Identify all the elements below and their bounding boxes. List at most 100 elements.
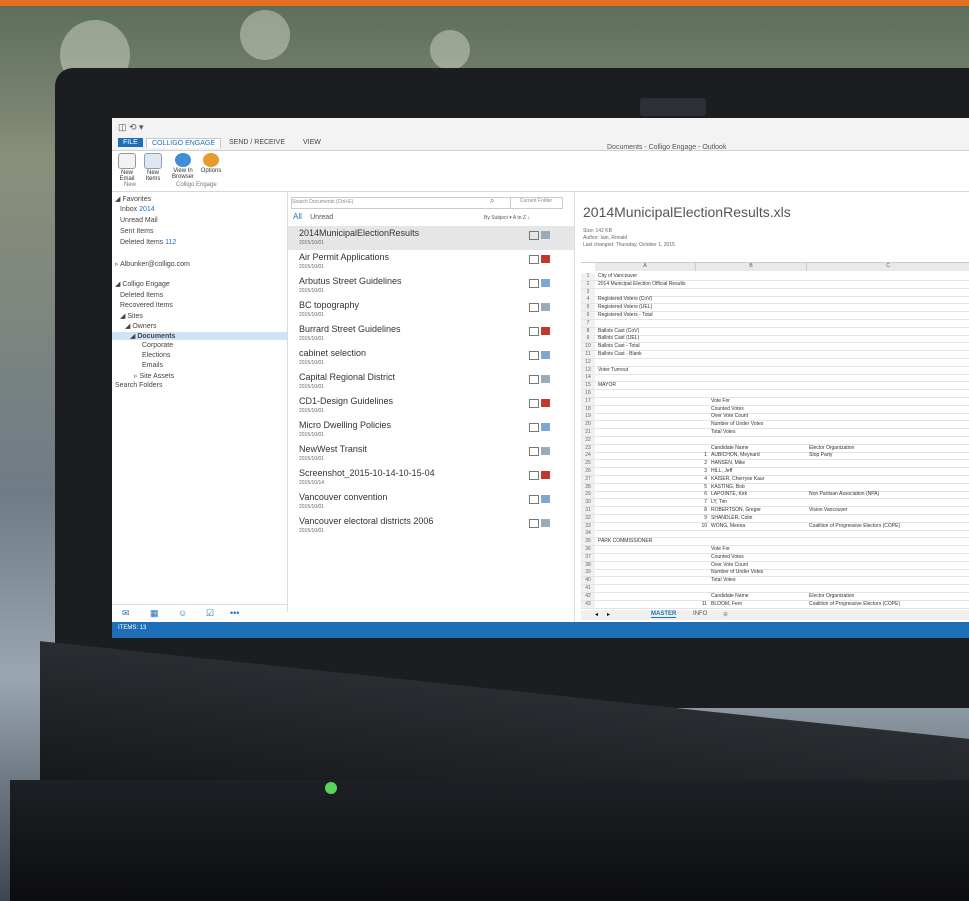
cell-a[interactable]: Ballots Cast (CoV) xyxy=(598,328,639,334)
checkbox-icon[interactable] xyxy=(529,375,539,384)
cell-c[interactable]: Stop Party xyxy=(809,452,832,458)
new-items-button[interactable]: New Items xyxy=(140,153,166,182)
cell-b[interactable]: ROBERTSON, Gregor xyxy=(711,507,761,513)
document-list-item[interactable]: Micro Dwelling Policies 2015/10/01 xyxy=(288,418,574,442)
cell-a[interactable]: Ballots Cast - Blank xyxy=(598,351,642,357)
cell-b[interactable]: WONG, Meena xyxy=(711,523,745,529)
checkbox-icon[interactable] xyxy=(529,519,539,528)
cell-index[interactable]: 3 xyxy=(697,468,707,474)
spreadsheet-row[interactable]: 43 11 BLOOM, Fern Coalition of Progressive … xyxy=(581,600,969,609)
document-list-item[interactable]: CD1-Design Guidelines 2015/10/01 xyxy=(288,394,574,418)
cell-b[interactable]: Candidate Name xyxy=(711,445,749,451)
sheet-tab-info[interactable]: INFO xyxy=(693,611,707,617)
cell-c[interactable]: Elector Organization xyxy=(809,593,854,599)
filter-all[interactable]: All xyxy=(293,212,302,221)
cell-b[interactable]: KASTING, Bob xyxy=(711,484,745,490)
document-list-item[interactable]: Vancouver convention 2015/10/01 xyxy=(288,490,574,514)
search-scope-dropdown[interactable]: Current Folder xyxy=(510,198,561,208)
cell-b[interactable]: Number of Under Votes xyxy=(711,421,763,427)
tab-file[interactable]: FILE xyxy=(118,138,143,147)
sheet-prev-icon[interactable]: ◂ xyxy=(595,611,598,618)
checkbox-icon[interactable] xyxy=(529,303,539,312)
cell-index[interactable]: 2 xyxy=(697,460,707,466)
cell-b[interactable]: KAISER, Cherryse Kaur xyxy=(711,476,764,482)
options-button[interactable]: Options xyxy=(198,153,224,174)
sort-by-dropdown[interactable]: By Subject xyxy=(484,215,508,221)
cell-b[interactable]: SHANDLER, Colin xyxy=(711,515,752,521)
cell-a[interactable]: City of Vancouver xyxy=(598,273,637,279)
cell-index[interactable]: 1 xyxy=(697,452,707,458)
checkbox-icon[interactable] xyxy=(529,351,539,360)
cell-b[interactable]: LAPOINTE, Kirk xyxy=(711,491,747,497)
favorites-header[interactable]: ◢ Favorites xyxy=(115,195,151,203)
filter-unread[interactable]: Unread xyxy=(310,214,333,221)
folder-emails[interactable]: Emails xyxy=(142,362,163,369)
spreadsheet-grid[interactable]: A B C 1 City of Vancouver 2 2014 Municipal … xyxy=(581,262,969,609)
people-icon[interactable]: ☺ xyxy=(178,608,187,618)
cell-b[interactable]: Vote For xyxy=(711,546,730,552)
tab-send-receive[interactable]: SEND / RECEIVE xyxy=(224,138,290,147)
folder-deleted-items[interactable]: Deleted Items 112 xyxy=(120,239,176,246)
document-list-item[interactable]: Arbutus Street Guidelines 2015/10/01 xyxy=(288,274,574,298)
folder-elections[interactable]: Elections xyxy=(142,352,170,359)
cell-b[interactable]: Candidate Name xyxy=(711,593,749,599)
checkbox-icon[interactable] xyxy=(529,279,539,288)
checkbox-icon[interactable] xyxy=(529,423,539,432)
search-box[interactable]: Search Documents (Ctrl+E) ⌕ Current Fold… xyxy=(291,196,563,209)
cell-b[interactable]: LY, Tim xyxy=(711,499,727,505)
cell-b[interactable]: BLOOM, Fern xyxy=(711,601,742,607)
cell-c[interactable]: Coalition of Progressive Electors (COPE) xyxy=(809,601,900,607)
colligo-engage-header[interactable]: ◢ Colligo Engage xyxy=(115,280,170,288)
cell-a[interactable]: Ballots Cast (UEL) xyxy=(598,335,639,341)
cell-index[interactable]: 11 xyxy=(697,601,707,607)
cell-index[interactable]: 9 xyxy=(697,515,707,521)
new-email-button[interactable]: New Email xyxy=(114,153,140,182)
checkbox-icon[interactable] xyxy=(529,471,539,480)
cell-b[interactable]: Number of Under Votes xyxy=(711,569,763,575)
cell-b[interactable]: Over Vote Count xyxy=(711,413,748,419)
cell-a[interactable]: Voter Turnout xyxy=(598,367,628,373)
folder-sent-items[interactable]: Sent Items xyxy=(120,228,153,235)
cell-a[interactable]: Registered Voters (CoV) xyxy=(598,296,652,302)
sites-node[interactable]: ◢ Sites xyxy=(120,312,143,320)
document-list-item[interactable]: Air Permit Applications 2015/10/01 xyxy=(288,250,574,274)
document-list-item[interactable]: Capital Regional District 2015/10/01 xyxy=(288,370,574,394)
view-in-browser-button[interactable]: View In Browser xyxy=(170,153,196,180)
cell-a[interactable]: PARK COMMISSIONER xyxy=(598,538,652,544)
checkbox-icon[interactable] xyxy=(529,495,539,504)
document-list-item[interactable]: Vancouver electoral districts 2006 2015/1… xyxy=(288,514,574,538)
cell-c[interactable]: Elector Organization xyxy=(809,445,854,451)
cell-b[interactable]: AUBICHON, Meynard xyxy=(711,452,760,458)
owners-node[interactable]: ◢ Owners xyxy=(125,322,156,330)
folder-recovered-items[interactable]: Recovered Items xyxy=(120,302,173,309)
cell-c[interactable]: Non Partisan Association (NPA) xyxy=(809,491,879,497)
folder-inbox[interactable]: Inbox 2014 xyxy=(120,206,155,213)
column-header-c[interactable]: C xyxy=(807,263,969,271)
checkbox-icon[interactable] xyxy=(529,447,539,456)
cell-b[interactable]: HANSEN, Mike xyxy=(711,460,745,466)
site-assets-node[interactable]: ▹ Site Assets xyxy=(134,372,174,380)
cell-a[interactable]: Registered Voters (UEL) xyxy=(598,304,652,310)
cell-index[interactable]: 4 xyxy=(697,476,707,482)
document-list-item[interactable]: Burrard Street Guidelines 2015/10/01 xyxy=(288,322,574,346)
search-input[interactable]: Search Documents (Ctrl+E) xyxy=(292,199,353,205)
add-sheet-icon[interactable]: ⊕ xyxy=(723,611,728,618)
checkbox-icon[interactable] xyxy=(529,399,539,408)
search-icon[interactable]: ⌕ xyxy=(490,196,494,206)
cell-index[interactable]: 7 xyxy=(697,499,707,505)
document-list-item[interactable]: NewWest Transit 2015/10/01 xyxy=(288,442,574,466)
document-list-item[interactable]: BC topography 2015/10/01 xyxy=(288,298,574,322)
cell-index[interactable]: 6 xyxy=(697,491,707,497)
cell-a[interactable]: 2014 Municipal Election Official Results xyxy=(598,281,685,287)
document-list-item[interactable]: cabinet selection 2015/10/01 xyxy=(288,346,574,370)
cell-b[interactable]: Vote For xyxy=(711,398,730,404)
calendar-icon[interactable]: ▦ xyxy=(150,608,159,619)
tab-colligo-engage[interactable]: COLLIGO ENGAGE xyxy=(146,138,222,148)
cell-b[interactable]: Counted Votes xyxy=(711,406,744,412)
cell-a[interactable]: Registered Voters - Total xyxy=(598,312,653,318)
tasks-icon[interactable]: ☑ xyxy=(206,608,214,619)
more-icon[interactable]: ••• xyxy=(230,608,239,618)
documents-node[interactable]: ◢ Documents xyxy=(112,332,287,340)
sheet-next-icon[interactable]: ▸ xyxy=(607,611,610,618)
folder-unread-mail[interactable]: Unread Mail xyxy=(120,217,158,224)
